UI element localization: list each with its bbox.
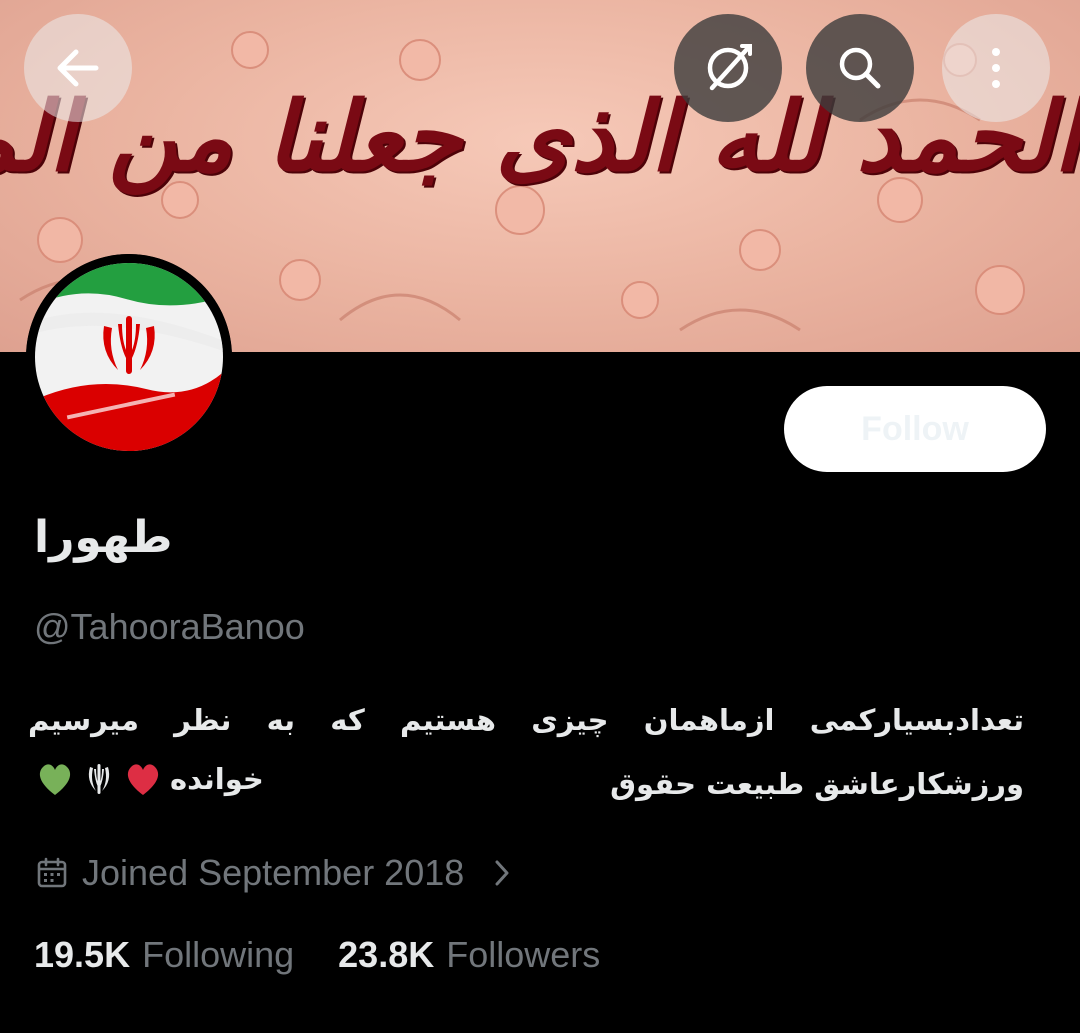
search-icon — [839, 47, 881, 89]
followers-label: Followers — [446, 934, 601, 975]
joined-date-text: Joined September 2018 — [82, 852, 465, 893]
following-label: Following — [142, 934, 295, 975]
following-count: 19.5K — [34, 934, 131, 975]
more-vertical-icon — [992, 48, 1000, 88]
iran-emblem-icon — [78, 758, 120, 800]
follow-button[interactable]: Follow — [784, 386, 1046, 472]
followers-count: 23.8K — [338, 934, 435, 975]
joined-date-row[interactable]: Joined September 2018 — [36, 848, 512, 898]
profile-stats: 19.5K Following 23.8K Followers — [34, 930, 600, 980]
back-button[interactable] — [24, 14, 132, 122]
profile-display-name: طهورا — [34, 512, 173, 563]
more-options-button[interactable] — [942, 14, 1050, 122]
search-button[interactable] — [806, 14, 914, 122]
banner-calligraphy: الحمد لله الذی جعلنا من المتمسکین بولایة… — [0, 80, 1080, 193]
following-stat[interactable]: 19.5K Following — [34, 934, 294, 976]
followers-stat[interactable]: 23.8K Followers — [338, 934, 600, 976]
arrow-left-icon — [57, 49, 99, 87]
chevron-right-icon — [492, 857, 512, 889]
profile-bio-line-2-text: خوانده — [170, 762, 264, 796]
unfollow-icon — [707, 44, 752, 91]
profile-handle: @TahooraBanoo — [34, 606, 305, 647]
calendar-icon — [37, 857, 67, 888]
profile-bio-line-2: خوانده — [34, 752, 264, 806]
red-heart-icon — [122, 758, 164, 800]
profile-avatar[interactable] — [26, 254, 232, 460]
iran-flag-avatar-image — [26, 254, 232, 460]
green-heart-icon — [34, 758, 76, 800]
unfollow-toggle-button[interactable] — [674, 14, 782, 122]
